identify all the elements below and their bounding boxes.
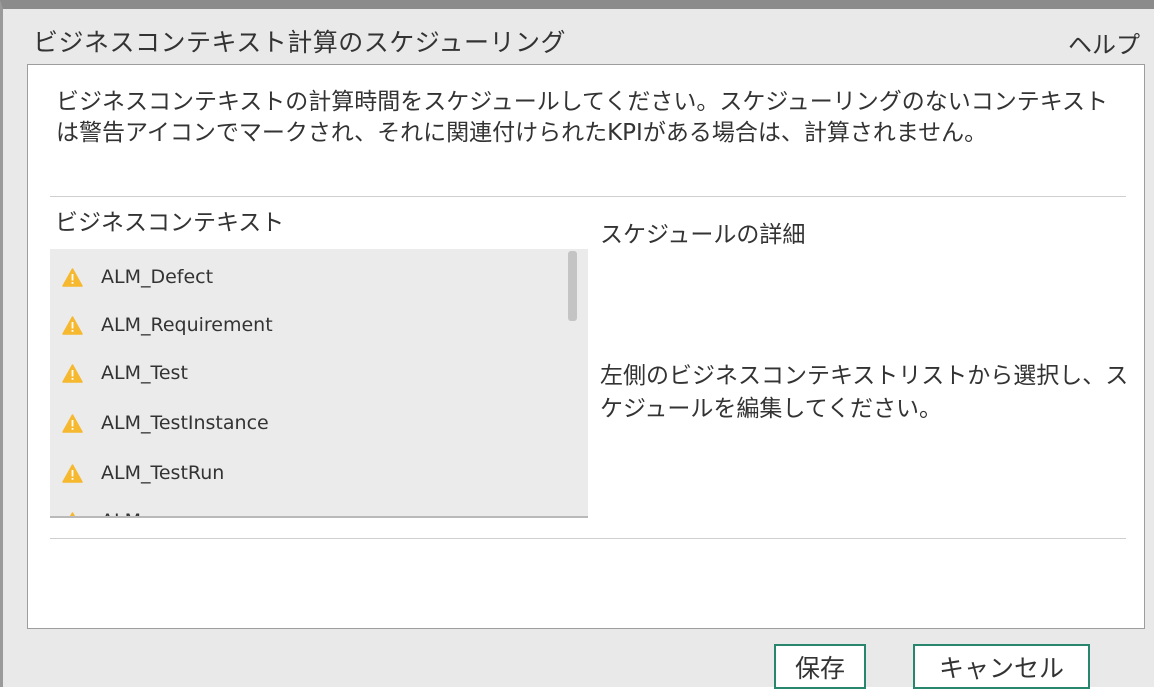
dialog-title-bar: ビジネスコンテキスト計算のスケジューリング ヘルプ bbox=[25, 19, 1154, 59]
divider-bottom bbox=[50, 538, 1126, 539]
warning-icon bbox=[62, 511, 83, 516]
schedule-dialog: ビジネスコンテキスト計算のスケジューリング ヘルプ ビジネスコンテキストの計算時… bbox=[0, 0, 1154, 689]
list-item[interactable]: ALM_... bbox=[62, 501, 169, 516]
list-item[interactable]: ALM_TestRun bbox=[62, 453, 224, 493]
warning-icon bbox=[62, 463, 83, 483]
list-item-label: ALM_TestInstance bbox=[101, 412, 269, 434]
list-item-label: ALM_Test bbox=[101, 362, 188, 384]
list-scrollbar[interactable] bbox=[568, 251, 577, 321]
description-text: ビジネスコンテキストの計算時間をスケジュールしてください。スケジューリングのない… bbox=[56, 89, 1109, 146]
schedule-details-message: 左側のビジネスコンテキストリストから選択し、スケジュールを編集してください。 bbox=[600, 363, 1129, 422]
list-item-label: ALM_TestRun bbox=[101, 462, 225, 484]
warning-icon bbox=[62, 315, 83, 335]
divider-top bbox=[50, 196, 1126, 197]
content-panel: ビジネスコンテキストの計算時間をスケジュールしてください。スケジューリングのない… bbox=[27, 64, 1145, 629]
business-context-list[interactable]: ALM_Defect ALM_Requirement ALM_Test ALM_… bbox=[50, 249, 588, 518]
list-item-label: ALM_Requirement bbox=[101, 314, 273, 336]
dialog-title: ビジネスコンテキスト計算のスケジューリング bbox=[33, 28, 567, 57]
list-item[interactable]: ALM_TestInstance bbox=[62, 403, 269, 443]
list-item[interactable]: ALM_Defect bbox=[62, 257, 213, 297]
warning-icon bbox=[62, 267, 83, 287]
list-item[interactable]: ALM_Test bbox=[62, 353, 188, 393]
list-item-label: ALM_Defect bbox=[101, 266, 214, 288]
help-link[interactable]: ヘルプ bbox=[1068, 25, 1140, 60]
warning-icon bbox=[62, 363, 83, 383]
warning-icon bbox=[62, 413, 83, 433]
list-item-label: ALM_... bbox=[101, 510, 169, 516]
cancel-button[interactable]: キャンセル bbox=[913, 644, 1090, 689]
schedule-details-heading: スケジュールの詳細 bbox=[600, 222, 806, 248]
save-button[interactable]: 保存 bbox=[774, 644, 866, 689]
business-context-heading: ビジネスコンテキスト bbox=[55, 210, 285, 236]
list-item[interactable]: ALM_Requirement bbox=[62, 305, 273, 345]
